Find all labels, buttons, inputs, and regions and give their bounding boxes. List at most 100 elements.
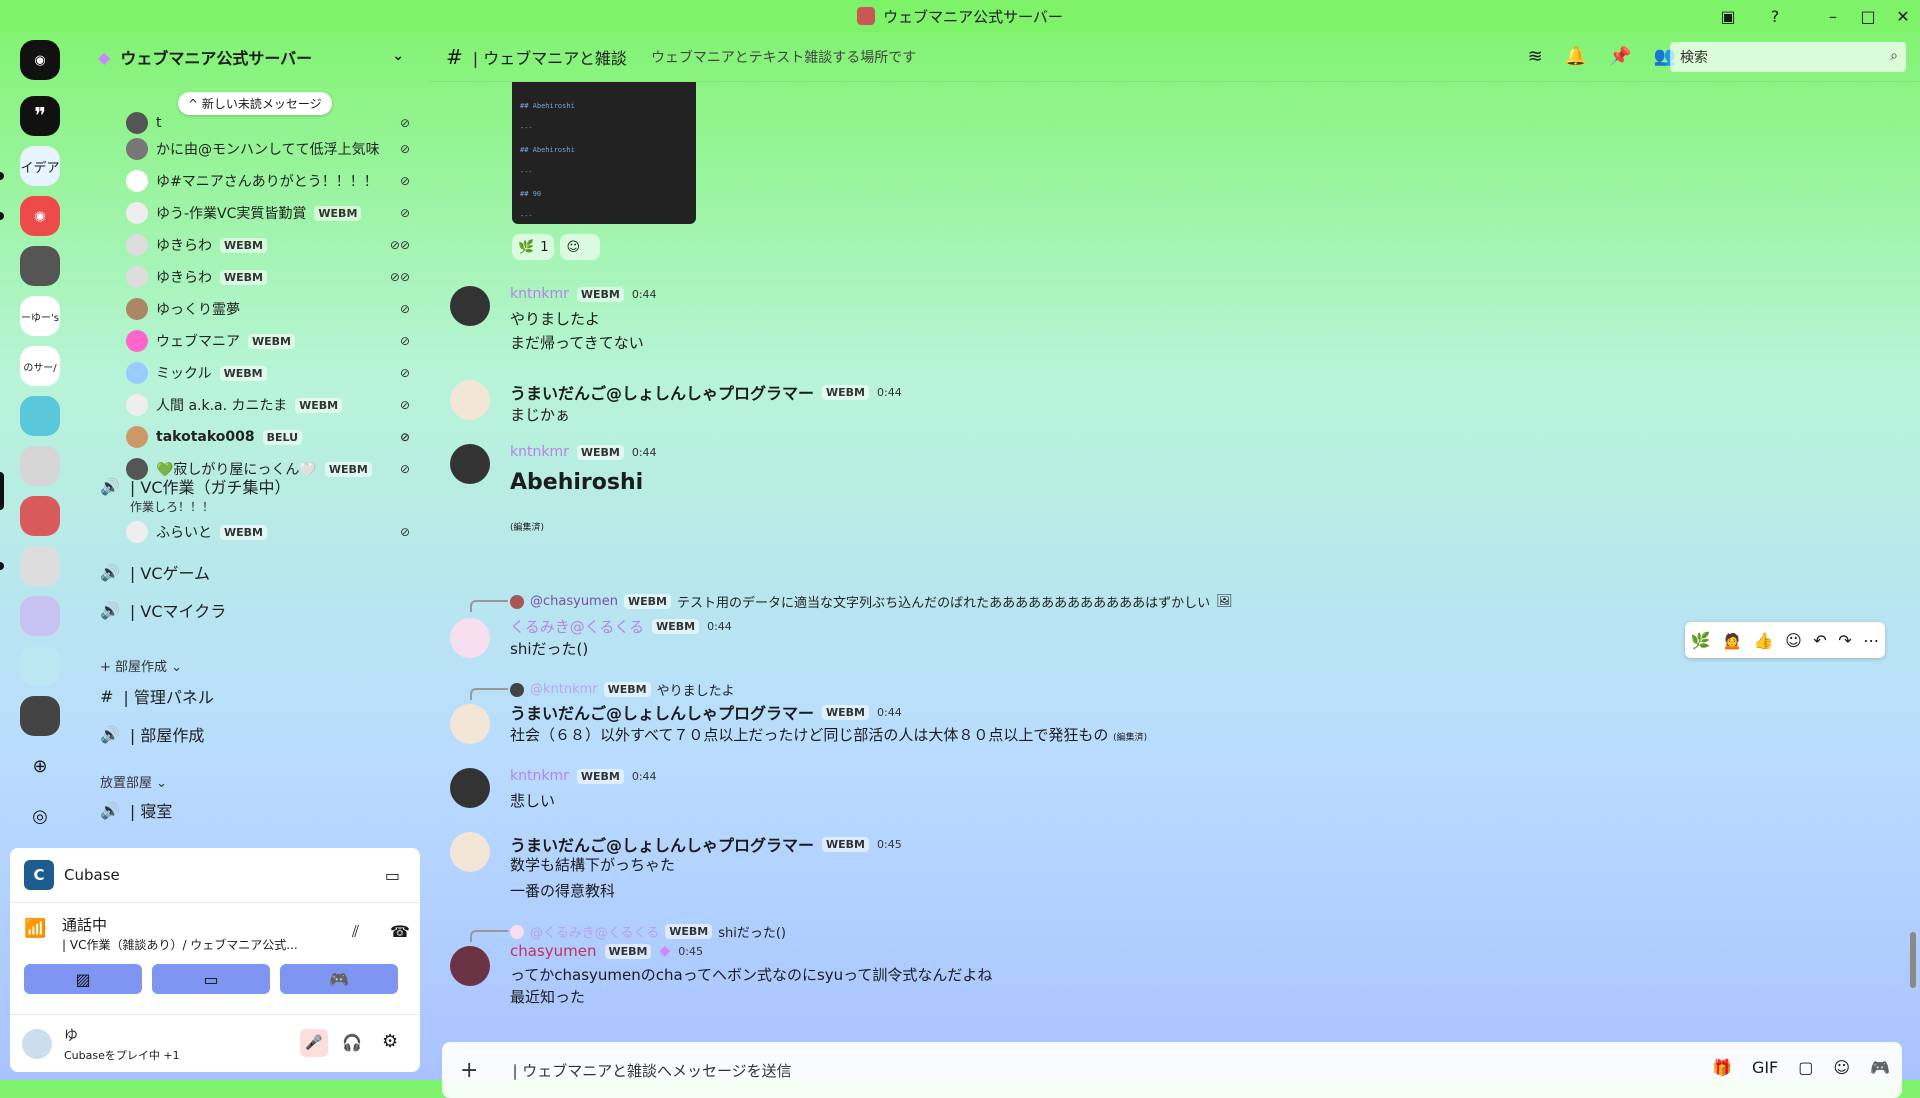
- avatar: [126, 112, 148, 134]
- voice-channel-vc-micra[interactable]: 🔊 | VCマイクラ: [100, 598, 420, 622]
- voice-member[interactable]: ミックル WEBM ⊘: [126, 360, 416, 386]
- threads-icon[interactable]: ≋: [1528, 46, 1543, 67]
- screen-share-icon[interactable]: ▭: [385, 866, 400, 885]
- reply-icon[interactable]: ↶: [1813, 631, 1826, 650]
- avatar[interactable]: [450, 704, 490, 744]
- server-no[interactable]: のサー/: [20, 346, 60, 386]
- voice-member[interactable]: ゆきらわ WEBM ⊘⊘: [126, 232, 416, 258]
- message-header: chasyumen WEBM ◆ 0:45: [510, 942, 703, 960]
- server-yu[interactable]: ーゆー's: [20, 296, 60, 336]
- settings-gear-icon[interactable]: ⚙: [382, 1031, 398, 1052]
- gift-icon[interactable]: 🎁: [1712, 1058, 1732, 1077]
- avatar[interactable]: [450, 618, 490, 658]
- title-bar: ウェブマニア公式サーバー ▣ ? – □ ✕: [0, 0, 1920, 32]
- quote-server-icon[interactable]: ❞: [20, 96, 60, 136]
- signal-icon[interactable]: 📶: [24, 918, 46, 939]
- voice-member[interactable]: ウェブマニア WEBM ⊘: [126, 328, 416, 354]
- message-input[interactable]: | ウェブマニアと雑談へメッセージを送信: [512, 1060, 791, 1081]
- reply-preview[interactable]: @chasyumen WEBM テスト用のデータに適当な文字列ぶち込んだのばれたああ…: [470, 592, 1233, 612]
- emoji-icon[interactable]: ☺: [1833, 1058, 1850, 1077]
- avatar: [126, 426, 148, 448]
- avatar[interactable]: [450, 832, 490, 872]
- add-reaction-icon[interactable]: ☺: [1785, 631, 1802, 650]
- server-avatar[interactable]: [20, 696, 60, 736]
- voice-channel-sleep[interactable]: 🔊 | 寝室: [100, 798, 420, 822]
- server-icon: ◆: [98, 47, 111, 67]
- category-idle[interactable]: 放置部屋 ⌄: [100, 772, 167, 791]
- speaker-icon: 🔊: [100, 724, 120, 744]
- person-reaction-icon[interactable]: 🙍: [1722, 631, 1742, 650]
- reply-preview[interactable]: @くるみき@くるくる WEBM shiだった(): [470, 922, 786, 942]
- server-avatar[interactable]: [20, 246, 60, 286]
- server-avatar[interactable]: [20, 496, 60, 536]
- game-activity[interactable]: C Cubase ▭: [10, 848, 420, 903]
- attach-plus-icon[interactable]: +: [460, 1058, 478, 1083]
- message-header: うまいだんご@しょしんしゃプログラマー WEBM 0:44: [510, 704, 902, 723]
- pin-icon[interactable]: 📌: [1609, 46, 1631, 67]
- game-controller-icon[interactable]: 🎮: [1870, 1058, 1890, 1077]
- thumbs-up-icon[interactable]: 👍: [1754, 631, 1774, 650]
- voice-member[interactable]: ゆ#マニアさんありがとう！！！！ ⊘: [126, 168, 416, 194]
- voice-channel-vc-game[interactable]: 🔊 | VCゲーム: [100, 560, 420, 584]
- forward-icon[interactable]: ↷: [1838, 631, 1851, 650]
- bell-icon[interactable]: 🔔: [1565, 46, 1587, 67]
- search-input[interactable]: 検索 ⌕: [1670, 42, 1906, 72]
- server-avatar[interactable]: [20, 446, 60, 486]
- headphones-icon[interactable]: 🎧: [342, 1033, 362, 1052]
- avatar[interactable]: [450, 768, 490, 808]
- minimize-icon[interactable]: –: [1823, 6, 1843, 26]
- mic-muted-icon[interactable]: 🎤: [300, 1029, 328, 1057]
- help-icon[interactable]: ?: [1765, 6, 1785, 26]
- inbox-icon[interactable]: ▣: [1718, 6, 1738, 26]
- close-icon[interactable]: ✕: [1893, 6, 1913, 26]
- voice-member[interactable]: 人間 a.k.a. カニたま WEBM ⊘: [126, 392, 416, 418]
- add-server-icon[interactable]: ⊕: [20, 746, 60, 786]
- voice-member[interactable]: ゆっくり霊夢 ⊘: [126, 296, 416, 322]
- add-reaction-button[interactable]: ☺: [560, 234, 601, 260]
- channel-admin-panel[interactable]: # | 管理パネル: [100, 684, 420, 708]
- new-unread-badge[interactable]: ^ 新しい未読メッセージ: [178, 92, 332, 115]
- voice-channel-room-create[interactable]: 🔊 | 部屋作成: [100, 722, 420, 746]
- kusa-reaction-icon[interactable]: 🌿: [1691, 631, 1711, 650]
- avatar[interactable]: [450, 380, 490, 420]
- server-idea[interactable]: イデア: [20, 146, 60, 186]
- reaction-button[interactable]: 🌿 1: [512, 234, 555, 260]
- avatar[interactable]: [22, 1029, 52, 1059]
- server-avatar[interactable]: [20, 396, 60, 436]
- screen-share-button[interactable]: ▭: [152, 964, 270, 994]
- voice-member[interactable]: ふらいと WEBM ⊘: [126, 519, 416, 545]
- reply-preview[interactable]: @kntnkmr WEBM やりましたよ: [470, 680, 735, 700]
- server-header[interactable]: ◆ ウェブマニア公式サーバー ⌄: [82, 32, 422, 82]
- voice-member[interactable]: takotako008 BELU ⊘: [126, 424, 416, 450]
- maximize-icon[interactable]: □: [1858, 6, 1878, 26]
- chevron-down-icon[interactable]: ⌄: [392, 48, 404, 64]
- channel-header: # | ウェブマニアと雑談 ウェブマニアとテキスト雑談する場所です ≋ 🔔 📌 …: [430, 32, 1920, 82]
- sticker-icon[interactable]: ▢: [1798, 1058, 1813, 1077]
- avatar[interactable]: [450, 946, 490, 986]
- server-avatar-icon: [857, 7, 876, 25]
- disconnect-icon[interactable]: ☎: [390, 922, 410, 941]
- server-avatar[interactable]: [20, 546, 60, 586]
- category-room-create[interactable]: + 部屋作成 ⌄: [100, 656, 182, 675]
- server-avatar[interactable]: [20, 596, 60, 636]
- voice-buttons: ▨ ▭ 🎮: [24, 964, 398, 994]
- camera-off-button[interactable]: ▨: [24, 964, 142, 994]
- voice-member[interactable]: ゆう-作業VC実質皆勤賞 WEBM ⊘: [126, 200, 416, 226]
- noise-suppression-icon[interactable]: ⫽: [352, 922, 359, 942]
- activity-button[interactable]: 🎮: [280, 964, 398, 994]
- discord-server-icon[interactable]: ◉: [20, 196, 60, 236]
- scrollbar-thumb[interactable]: [1910, 932, 1916, 988]
- avatar: [126, 298, 148, 320]
- explore-icon[interactable]: ◎: [20, 796, 60, 836]
- voice-channel-vc-work[interactable]: 🔊 | VC作業（ガチ集中）: [100, 474, 420, 498]
- code-image[interactable]: ## Abehiroshi --- ## Abehiroshi --- ## 9…: [512, 82, 696, 224]
- server-avatar[interactable]: [20, 646, 60, 686]
- more-icon[interactable]: ⋯: [1863, 631, 1879, 650]
- gif-icon[interactable]: GIF: [1752, 1058, 1778, 1077]
- discord-home-icon[interactable]: ◉: [20, 40, 60, 80]
- avatar[interactable]: [450, 444, 490, 484]
- user-bar: ゆ Cubaseをプレイ中 +1 🎤 🎧 ⚙: [10, 1014, 420, 1073]
- voice-member[interactable]: ゆきらわ WEBM ⊘⊘: [126, 264, 416, 290]
- voice-member[interactable]: かに由@モンハンしてて低浮上気味 ⊘: [126, 136, 416, 162]
- avatar[interactable]: [450, 286, 490, 326]
